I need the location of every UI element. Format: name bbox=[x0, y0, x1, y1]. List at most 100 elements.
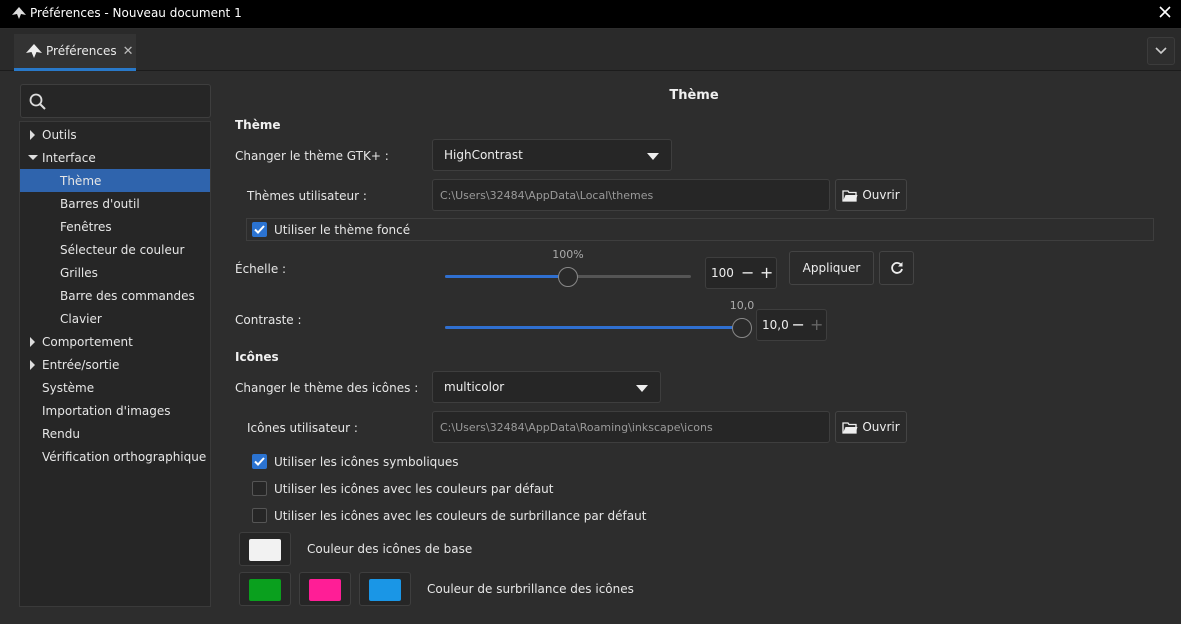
base-icon-color-button[interactable] bbox=[239, 532, 291, 566]
tab-bar: Préférences ✕ bbox=[0, 29, 1181, 71]
icons-section-title: Icônes bbox=[235, 350, 279, 364]
tree-item-label: Thème bbox=[60, 173, 102, 188]
inkscape-logo-icon bbox=[26, 44, 42, 58]
dark-theme-label: Utiliser le thème foncé bbox=[274, 222, 411, 237]
user-themes-path-field[interactable]: C:\Users\32484\AppData\Local\themes bbox=[432, 179, 830, 211]
checkmark-icon bbox=[254, 225, 265, 234]
decrement-icon[interactable]: − bbox=[789, 317, 808, 333]
tree-item-barre-des-commandes[interactable]: Barre des commandes bbox=[20, 284, 210, 307]
search-input[interactable] bbox=[20, 84, 211, 118]
checkbox-box[interactable] bbox=[252, 222, 267, 237]
open-icons-button[interactable]: Ouvrir bbox=[835, 411, 907, 443]
user-icons-label: Icônes utilisateur : bbox=[247, 421, 358, 435]
tree-item-label: Entrée/sortie bbox=[42, 357, 120, 372]
checkmark-icon bbox=[254, 457, 265, 466]
tree-item-grilles[interactable]: Grilles bbox=[20, 261, 210, 284]
scale-slider-value: 100% bbox=[552, 248, 584, 261]
default-colors-checkbox[interactable]: Utiliser les icônes avec les couleurs pa… bbox=[252, 481, 554, 496]
scale-slider-fill bbox=[445, 275, 568, 278]
gtk-theme-label: Changer le thème GTK+ : bbox=[235, 149, 389, 163]
decrement-icon[interactable]: − bbox=[738, 265, 757, 281]
user-themes-path: C:\Users\32484\AppData\Local\themes bbox=[440, 188, 654, 202]
highlight-color-swatch-1 bbox=[249, 579, 281, 601]
collapsed-arrow-icon[interactable] bbox=[28, 360, 38, 370]
contrast-slider-knob[interactable] bbox=[732, 318, 752, 338]
tree-item-label: Système bbox=[42, 380, 95, 395]
dark-theme-checkbox[interactable]: Utiliser le thème foncé bbox=[252, 222, 410, 237]
tree-item-verification-orthographique[interactable]: Vérification orthographique bbox=[20, 445, 210, 468]
tree-item-interface[interactable]: Interface bbox=[20, 146, 210, 169]
symbolic-icons-checkbox[interactable]: Utiliser les icônes symboliques bbox=[252, 454, 459, 469]
tree-item-clavier[interactable]: Clavier bbox=[20, 307, 210, 330]
tree-item-entree-sortie[interactable]: Entrée/sortie bbox=[20, 353, 210, 376]
tree-item-label: Interface bbox=[42, 150, 96, 165]
highlight-color-button-3[interactable] bbox=[359, 572, 411, 606]
icon-theme-value: multicolor bbox=[444, 380, 505, 394]
open-themes-button[interactable]: Ouvrir bbox=[835, 179, 907, 211]
chevron-down-icon bbox=[1155, 47, 1167, 55]
tab-close-icon[interactable]: ✕ bbox=[123, 44, 134, 59]
icon-theme-label: Changer le thème des icônes : bbox=[235, 381, 419, 395]
symbolic-icons-label: Utiliser les icônes symboliques bbox=[274, 454, 459, 469]
tree-item-rendu[interactable]: Rendu bbox=[20, 422, 210, 445]
tree-item-barres-d-outil[interactable]: Barres d'outil bbox=[20, 192, 210, 215]
reset-scale-button[interactable] bbox=[879, 251, 914, 285]
default-highlight-checkbox[interactable]: Utiliser les icônes avec les couleurs de… bbox=[252, 508, 646, 523]
category-tree: Outils Interface Thème Barres d'outil Fenêtr… bbox=[19, 121, 211, 607]
checkbox-box[interactable] bbox=[252, 508, 267, 523]
tree-item-label: Comportement bbox=[42, 334, 133, 349]
default-colors-label: Utiliser les icônes avec les couleurs pa… bbox=[274, 481, 554, 496]
contrast-value[interactable]: 10,0 bbox=[757, 318, 789, 332]
default-highlight-label: Utiliser les icônes avec les couleurs de… bbox=[274, 508, 647, 523]
tree-item-fenetres[interactable]: Fenêtres bbox=[20, 215, 210, 238]
tree-item-label: Vérification orthographique bbox=[42, 449, 207, 464]
increment-icon: + bbox=[810, 315, 824, 334]
increment-icon[interactable]: + bbox=[757, 265, 776, 281]
checkbox-box[interactable] bbox=[252, 454, 267, 469]
tab-menu-button[interactable] bbox=[1147, 37, 1175, 65]
page-title: Thème bbox=[669, 88, 719, 103]
theme-section-title: Thème bbox=[235, 118, 281, 132]
tree-item-importation-d-images[interactable]: Importation d'images bbox=[20, 399, 210, 422]
open-icons-label: Ouvrir bbox=[862, 420, 900, 434]
highlight-color-button-1[interactable] bbox=[239, 572, 291, 606]
contrast-slider[interactable] bbox=[445, 326, 742, 329]
gtk-theme-value: HighContrast bbox=[444, 148, 523, 162]
tree-item-label: Sélecteur de couleur bbox=[60, 242, 185, 257]
tree-item-label: Outils bbox=[42, 127, 77, 142]
tree-item-label: Grilles bbox=[60, 265, 98, 280]
tree-item-systeme[interactable]: Système bbox=[20, 376, 210, 399]
tree-item-label: Importation d'images bbox=[42, 403, 171, 418]
tree-item-selecteur-de-couleur[interactable]: Sélecteur de couleur bbox=[20, 238, 210, 261]
apply-scale-button[interactable]: Appliquer bbox=[789, 251, 874, 285]
tab-label: Préférences bbox=[46, 44, 117, 58]
scale-slider-knob[interactable] bbox=[558, 267, 578, 287]
close-window-icon[interactable] bbox=[1157, 4, 1173, 20]
scale-value[interactable]: 100 bbox=[706, 266, 738, 280]
collapsed-arrow-icon[interactable] bbox=[28, 337, 38, 347]
expanded-arrow-icon[interactable] bbox=[28, 153, 38, 163]
open-themes-label: Ouvrir bbox=[862, 188, 900, 202]
contrast-label: Contraste : bbox=[235, 313, 302, 327]
base-color-label: Couleur des icônes de base bbox=[307, 542, 473, 556]
tree-item-theme[interactable]: Thème bbox=[20, 169, 210, 192]
collapsed-arrow-icon[interactable] bbox=[28, 130, 38, 140]
tree-item-comportement[interactable]: Comportement bbox=[20, 330, 210, 353]
tree-item-label: Barres d'outil bbox=[60, 196, 140, 211]
gtk-theme-select[interactable]: HighContrast bbox=[432, 139, 672, 171]
checkbox-box[interactable] bbox=[252, 481, 267, 496]
icon-theme-select[interactable]: multicolor bbox=[432, 371, 661, 403]
tree-item-label: Barre des commandes bbox=[60, 288, 195, 303]
tree-item-label: Rendu bbox=[42, 426, 81, 441]
tree-item-outils[interactable]: Outils bbox=[20, 123, 210, 146]
search-icon bbox=[29, 93, 46, 110]
highlight-color-button-2[interactable] bbox=[299, 572, 351, 606]
contrast-spinbutton[interactable]: 10,0 − + bbox=[756, 309, 827, 341]
apply-label: Appliquer bbox=[802, 261, 861, 275]
tab-preferences[interactable]: Préférences ✕ bbox=[14, 34, 136, 71]
tree-item-label: Clavier bbox=[60, 311, 102, 326]
dropdown-arrow-icon bbox=[636, 385, 648, 392]
scale-spinbutton[interactable]: 100 − + bbox=[705, 257, 777, 289]
window-title: Préférences - Nouveau document 1 bbox=[30, 6, 242, 20]
user-icons-path-field[interactable]: C:\Users\32484\AppData\Roaming\inkscape\… bbox=[432, 411, 830, 443]
